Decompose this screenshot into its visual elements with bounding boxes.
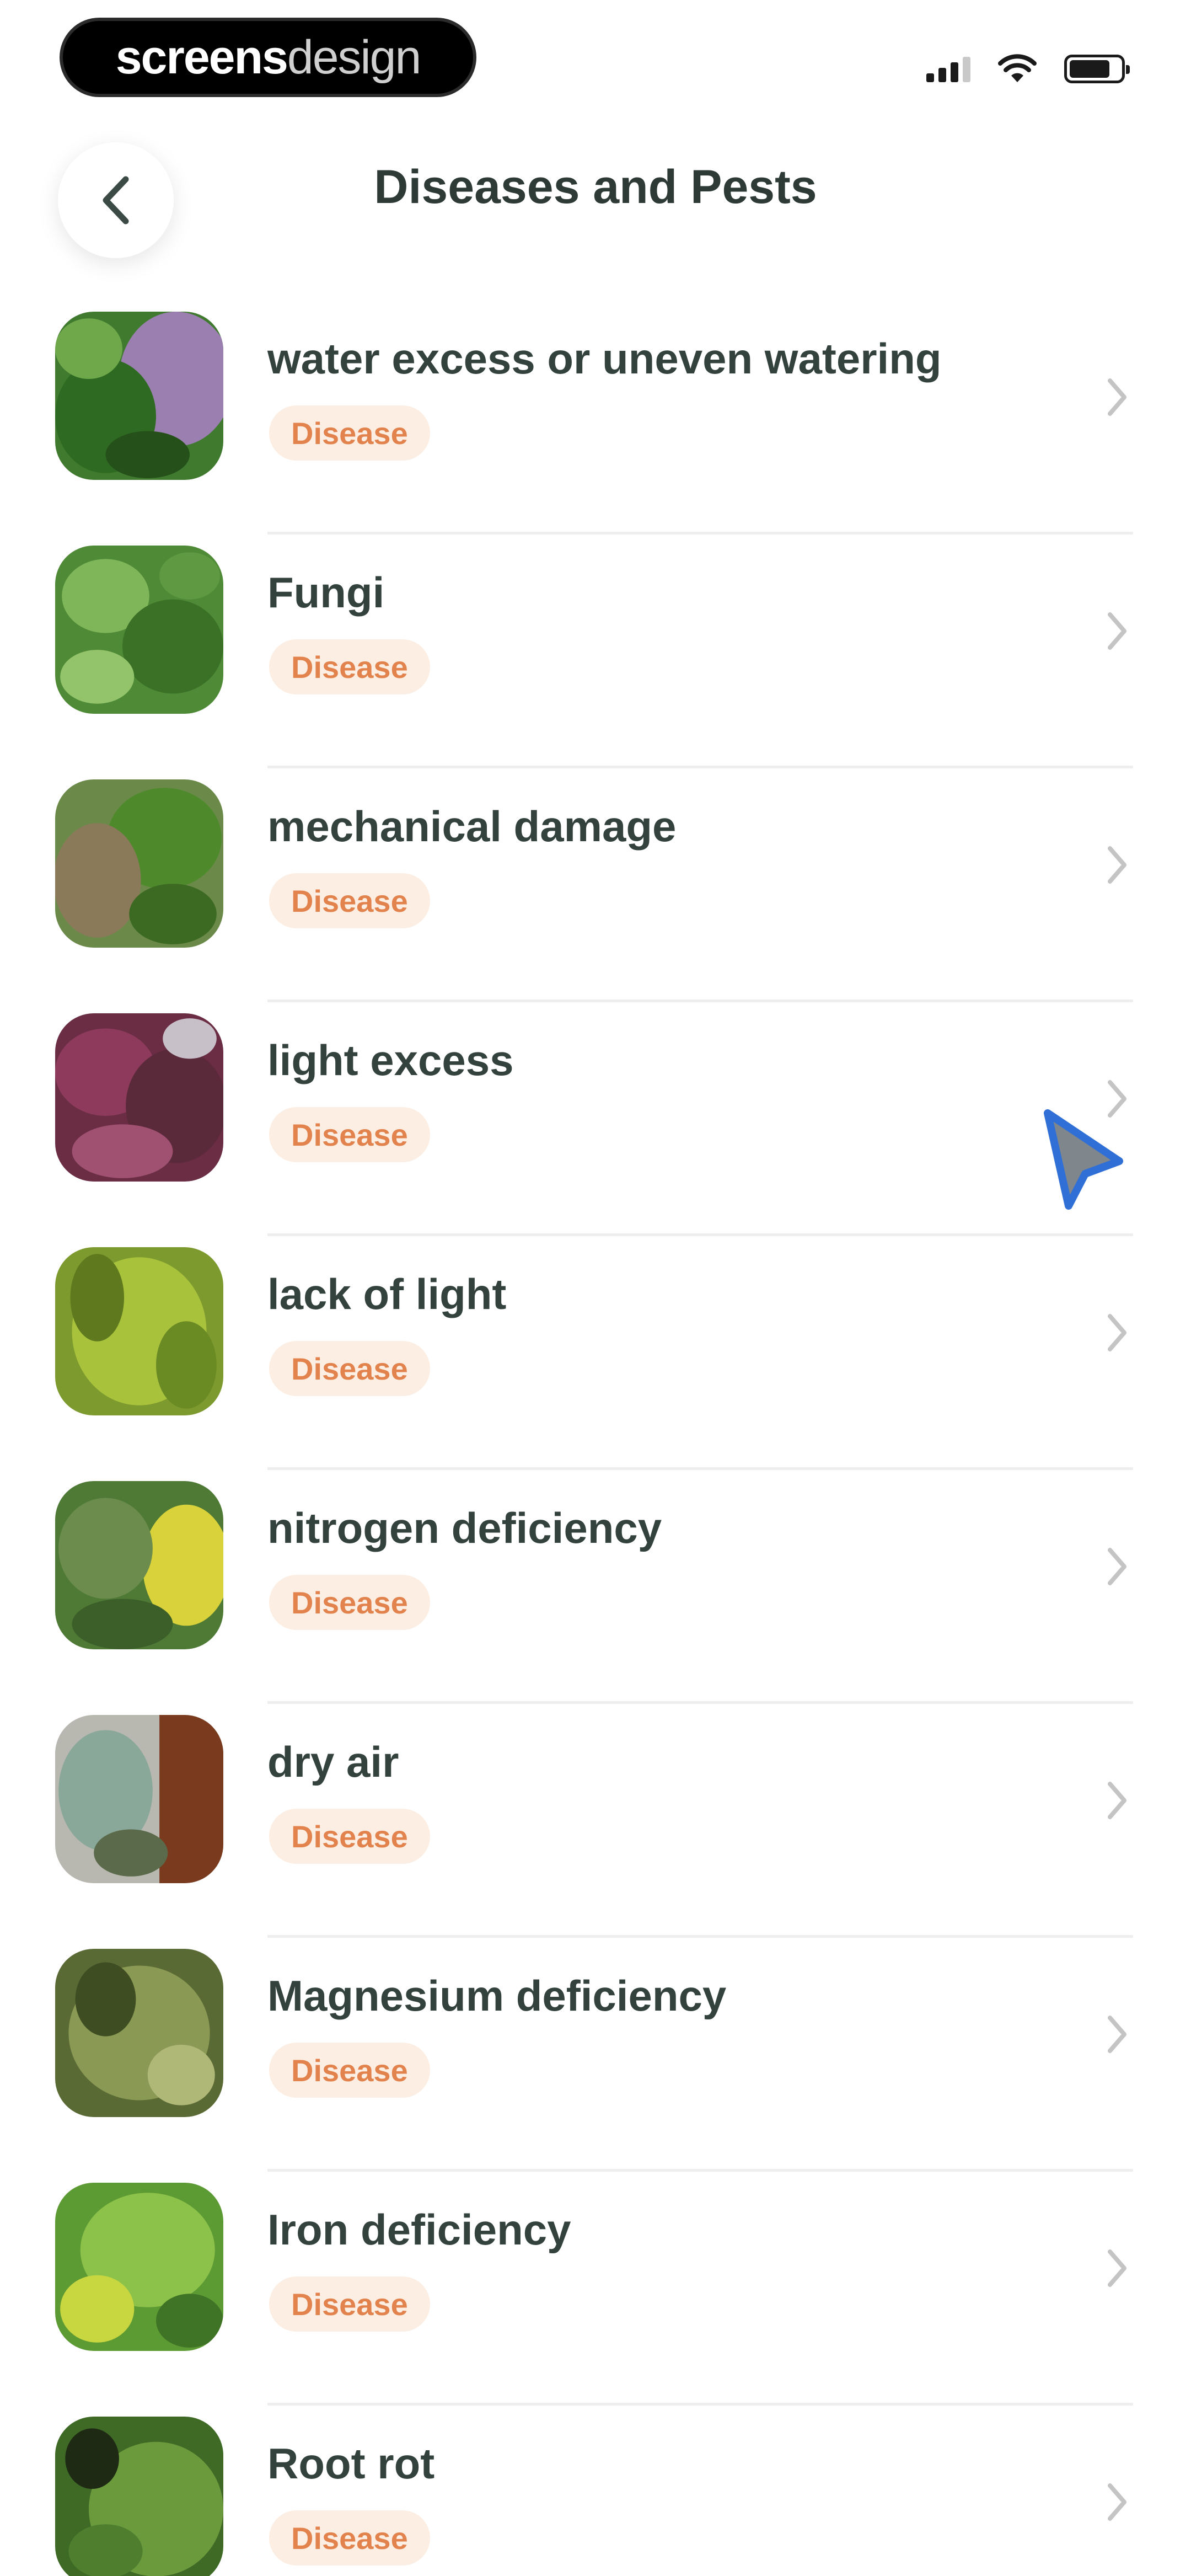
list-item[interactable]: water excess or uneven watering Disease	[0, 301, 1191, 535]
item-title: mechanical damage	[267, 802, 677, 851]
cursor-pointer-icon	[1044, 1109, 1123, 1210]
category-badge: Disease	[269, 1575, 430, 1630]
status-icons	[926, 44, 1130, 94]
app-screen: screens design Diseases and Pests water …	[0, 0, 1191, 2576]
item-title: Fungi	[267, 568, 385, 617]
plant-thumbnail	[55, 546, 223, 714]
list-item[interactable]: light excess Disease	[0, 1002, 1191, 1236]
chevron-right-icon	[1108, 1548, 1126, 1585]
item-title: dry air	[267, 1738, 399, 1786]
chevron-right-icon	[1108, 2016, 1126, 2053]
plant-thumbnail	[55, 1481, 223, 1649]
category-badge: Disease	[269, 405, 430, 461]
category-badge: Disease	[269, 2043, 430, 2098]
category-badge: Disease	[269, 2510, 430, 2566]
plant-thumbnail	[55, 1247, 223, 1415]
category-badge: Disease	[269, 1341, 430, 1396]
plant-thumbnail	[55, 779, 223, 948]
item-title: light excess	[267, 1036, 514, 1084]
watermark-bold-text: screens	[115, 30, 288, 84]
header: Diseases and Pests	[0, 127, 1191, 259]
item-title: nitrogen deficiency	[267, 1504, 662, 1552]
category-badge: Disease	[269, 2276, 430, 2332]
item-title: water excess or uneven watering	[267, 334, 942, 383]
disease-list: water excess or uneven watering Disease …	[0, 301, 1191, 2576]
category-badge: Disease	[269, 639, 430, 694]
list-item[interactable]: lack of light Disease	[0, 1236, 1191, 1470]
watermark-logo: screens design	[60, 18, 476, 97]
watermark-light-text: design	[287, 30, 421, 84]
chevron-right-icon	[1108, 1782, 1126, 1819]
wifi-icon	[998, 54, 1037, 82]
chevron-right-icon	[1108, 846, 1126, 884]
list-item[interactable]: Magnesium deficiency Disease	[0, 1938, 1191, 2172]
plant-thumbnail	[55, 1949, 223, 2117]
chevron-right-icon	[1108, 2249, 1126, 2287]
category-badge: Disease	[269, 873, 430, 928]
chevron-right-icon	[1108, 1314, 1126, 1351]
plant-thumbnail	[55, 312, 223, 480]
list-item[interactable]: nitrogen deficiency Disease	[0, 1470, 1191, 1704]
plant-thumbnail	[55, 2183, 223, 2351]
chevron-right-icon	[1108, 378, 1126, 416]
signal-icon	[926, 56, 970, 82]
battery-icon	[1064, 55, 1130, 83]
item-title: Iron deficiency	[267, 2205, 571, 2254]
category-badge: Disease	[269, 1107, 430, 1162]
plant-thumbnail	[55, 1013, 223, 1182]
list-item[interactable]: Fungi Disease	[0, 535, 1191, 768]
item-title: Root rot	[267, 2439, 435, 2488]
page-title: Diseases and Pests	[374, 161, 817, 213]
chevron-right-icon	[1108, 2483, 1126, 2521]
item-title: lack of light	[267, 1270, 507, 1318]
plant-thumbnail	[55, 2417, 223, 2576]
chevron-right-icon	[1108, 612, 1126, 650]
category-badge: Disease	[269, 1809, 430, 1864]
plant-thumbnail	[55, 1715, 223, 1883]
list-item[interactable]: Iron deficiency Disease	[0, 2172, 1191, 2406]
list-item[interactable]: dry air Disease	[0, 1704, 1191, 1938]
list-item[interactable]: Root rot Disease	[0, 2406, 1191, 2576]
item-title: Magnesium deficiency	[267, 1971, 727, 2020]
status-bar: screens design	[0, 0, 1191, 116]
list-item[interactable]: mechanical damage Disease	[0, 768, 1191, 1002]
